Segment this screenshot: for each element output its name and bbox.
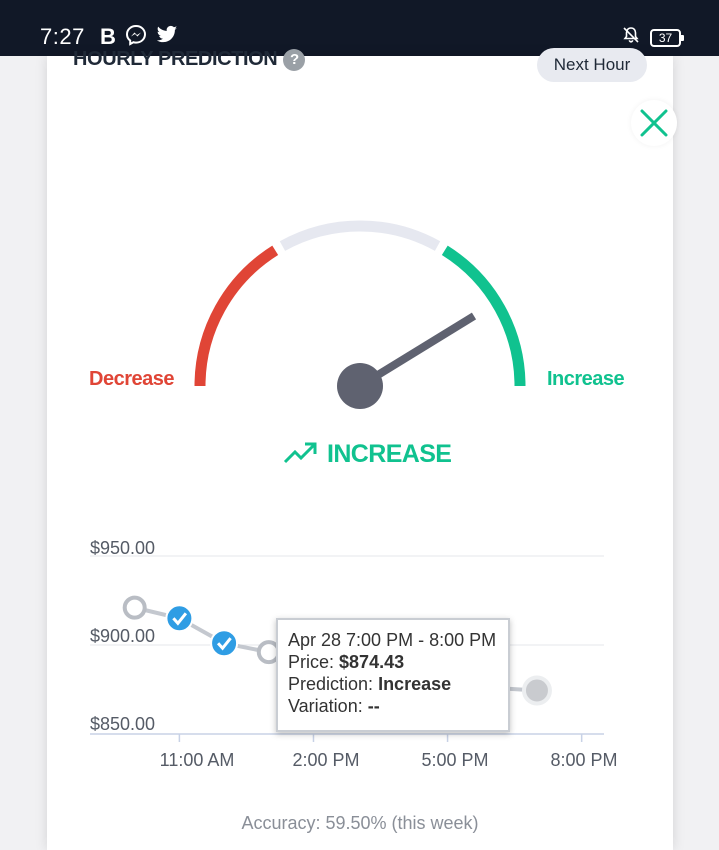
data-point-correct xyxy=(165,604,194,633)
accuracy-text: Accuracy: 59.50% (this week) xyxy=(241,813,479,833)
data-point-correct xyxy=(210,629,239,658)
x-tick-label: 2:00 PM xyxy=(292,750,360,770)
tooltip-prediction-row: Prediction: Increase xyxy=(288,673,508,695)
tooltip-price-label: Price: xyxy=(288,652,335,672)
tooltip-variation-row: Variation: -- xyxy=(288,695,508,717)
twitter-icon xyxy=(156,25,178,50)
b-app-icon: B xyxy=(100,24,116,49)
tooltip-prediction-value: Increase xyxy=(378,674,452,694)
data-point-current xyxy=(521,675,552,706)
data-point xyxy=(122,595,147,620)
battery-icon: 37 xyxy=(650,28,684,47)
x-tick-label: 5:00 PM xyxy=(421,750,489,770)
tooltip-variation-label: Variation: xyxy=(288,696,363,716)
tooltip-prediction-label: Prediction: xyxy=(288,674,374,694)
tooltip-date-range: Apr 28 7:00 PM - 8:00 PM xyxy=(288,630,497,650)
status-time: 7:27 xyxy=(40,24,85,49)
x-tick-label: 11:00 AM xyxy=(159,750,235,770)
messenger-icon xyxy=(125,24,147,51)
bell-muted-icon xyxy=(622,26,640,49)
tooltip-price-value: $874.43 xyxy=(339,652,405,672)
tooltip-variation-value: -- xyxy=(367,696,380,716)
notification-icons: B xyxy=(100,24,178,50)
chart-tooltip: Apr 28 7:00 PM - 8:00 PM Price: $874.43 … xyxy=(276,618,510,732)
prediction-card: HOURLY PREDICTION ? Next Hour Decrease I… xyxy=(47,48,677,850)
x-tick-label: 8:00 PM xyxy=(550,750,618,770)
system-icons: 37 xyxy=(622,26,684,49)
tooltip-price-row: Price: $874.43 xyxy=(288,651,508,673)
